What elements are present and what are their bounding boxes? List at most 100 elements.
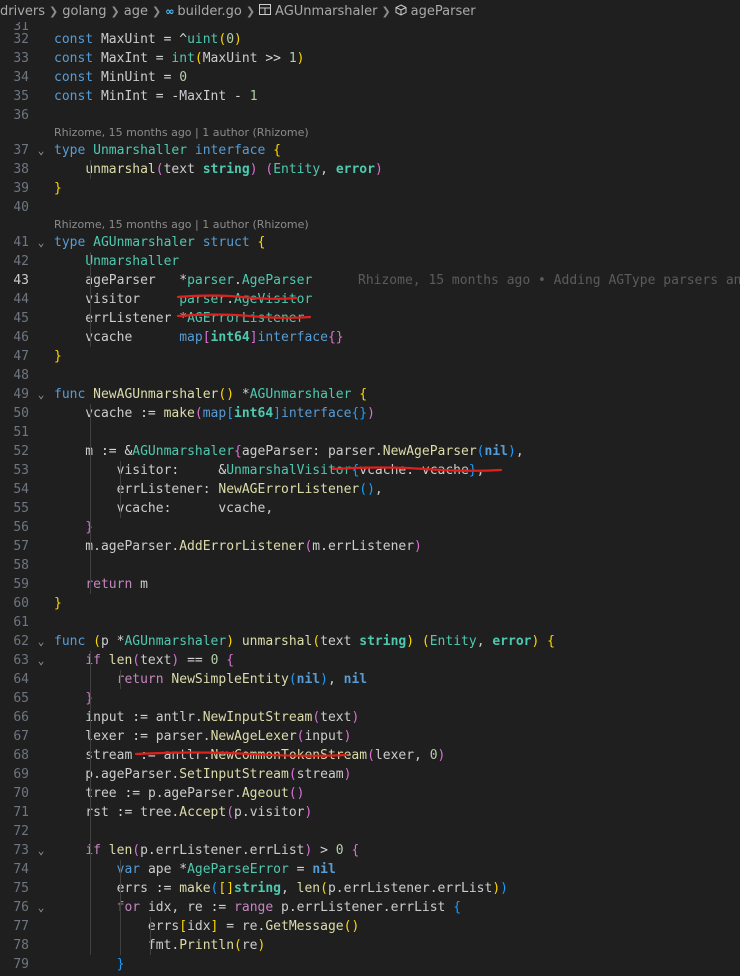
- code-line[interactable]: tree := p.ageParser.Ageout(): [54, 784, 740, 803]
- code-token: [: [202, 330, 211, 345]
- code-line[interactable]: type AGUnmarshaler struct {: [54, 233, 740, 252]
- code-token: NewSimpleEntity: [171, 672, 289, 687]
- code-line[interactable]: [54, 556, 740, 575]
- code-line[interactable]: var ape *AgeParseError = nil: [54, 860, 740, 879]
- code-token: {: [453, 900, 462, 915]
- git-blame-codelens[interactable]: Rhizome, 15 months ago | 1 author (Rhizo…: [54, 217, 309, 233]
- code-line[interactable]: fmt.Println(re): [54, 936, 740, 955]
- breadcrumb-age[interactable]: age: [124, 4, 148, 19]
- code-line[interactable]: const MinUint = 0: [54, 68, 740, 87]
- code-line[interactable]: m.ageParser.AddErrorListener(m.errListen…: [54, 537, 740, 556]
- code-line[interactable]: if len(text) == 0 {: [54, 651, 740, 670]
- code-line[interactable]: Unmarshaller: [54, 252, 740, 271]
- line-number: 34: [13, 70, 29, 85]
- code-line[interactable]: }: [54, 594, 740, 613]
- line-number: 46: [13, 330, 29, 345]
- fold-chevron-icon[interactable]: ⌄: [33, 141, 49, 160]
- code-line[interactable]: errListener *AGErrorListener: [54, 309, 740, 328]
- code-line[interactable]: lexer := parser.NewAgeLexer(input): [54, 727, 740, 746]
- code-line[interactable]: func (p *AGUnmarshaler) unmarshal(text s…: [54, 632, 740, 651]
- field-icon: [395, 3, 407, 19]
- code-line[interactable]: [54, 106, 740, 125]
- breadcrumb-golang[interactable]: golang: [62, 4, 106, 19]
- code-line[interactable]: }: [54, 179, 740, 198]
- code-token: 0: [179, 70, 188, 85]
- code-token: func: [54, 634, 94, 649]
- code-line[interactable]: for idx, re := range p.errListener.errLi…: [54, 898, 740, 917]
- code-line[interactable]: type Unmarshaller interface {: [54, 141, 740, 160]
- code-area[interactable]: const MaxUint = ^uint(0) const MaxInt = i…: [54, 0, 740, 976]
- code-line[interactable]: }: [54, 347, 740, 366]
- code-line[interactable]: p.ageParser.SetInputStream(stream): [54, 765, 740, 784]
- line-number: 41: [13, 235, 29, 250]
- code-line[interactable]: }: [54, 518, 740, 537]
- code-token: {: [359, 387, 368, 402]
- struct-icon: [259, 4, 272, 18]
- breadcrumb-file[interactable]: ∞ builder.go: [165, 4, 242, 19]
- fold-chevron-icon[interactable]: ⌄: [33, 385, 49, 404]
- code-token: ): [351, 710, 360, 725]
- code-line[interactable]: visitor parser.AgeVisitor: [54, 290, 740, 309]
- breadcrumb-drivers[interactable]: drivers: [0, 4, 45, 19]
- code-token: {}: [327, 330, 344, 345]
- code-line[interactable]: const MaxUint = ^uint(0): [54, 30, 740, 49]
- code-token: string: [234, 881, 281, 896]
- code-line[interactable]: m := &AGUnmarshaler{ageParser: parser.Ne…: [54, 442, 740, 461]
- code-token: ): [249, 162, 258, 177]
- code-line[interactable]: [54, 366, 740, 385]
- code-token: :=: [155, 881, 180, 896]
- code-line[interactable]: [54, 822, 740, 841]
- git-blame-codelens[interactable]: Rhizome, 15 months ago | 1 author (Rhizo…: [54, 125, 309, 141]
- code-line[interactable]: rst := tree.Accept(p.visitor): [54, 803, 740, 822]
- code-token: idx, re: [147, 900, 211, 915]
- code-line[interactable]: errListener: NewAGErrorListener(),: [54, 480, 740, 499]
- code-line[interactable]: }: [54, 689, 740, 708]
- code-line[interactable]: return m: [54, 575, 740, 594]
- code-token: *: [241, 387, 250, 402]
- code-token: {}: [351, 406, 368, 421]
- fold-chevron-icon[interactable]: ⌄: [33, 651, 49, 670]
- fold-chevron-icon[interactable]: ⌄: [33, 233, 49, 252]
- code-token: [: [226, 406, 235, 421]
- code-line[interactable]: }: [54, 955, 740, 974]
- fold-chevron-icon[interactable]: ⌄: [33, 898, 49, 917]
- red-underline-annotation: [176, 313, 312, 319]
- fold-chevron-icon[interactable]: ⌄: [33, 841, 49, 860]
- code-line[interactable]: if len(p.errListener.errList) > 0 {: [54, 841, 740, 860]
- code-line[interactable]: func NewAGUnmarshaler() *AGUnmarshaler {: [54, 385, 740, 404]
- code-editor[interactable]: 31 32 33 34 35 36 37 ⌄ 38 39 40 41 ⌄ 42 43 44 45 46 47 48 49…: [0, 0, 740, 976]
- code-line[interactable]: errs[idx] = re.GetMessage(): [54, 917, 740, 936]
- code-line[interactable]: return NewSimpleEntity(nil), nil: [54, 670, 740, 689]
- code-line[interactable]: [54, 613, 740, 632]
- code-token: visitor: [54, 292, 180, 307]
- code-token: (: [476, 444, 485, 459]
- code-token: ,: [515, 444, 524, 459]
- code-line[interactable]: unmarshal(text string) (Entity, error): [54, 160, 740, 179]
- code-line[interactable]: [54, 198, 740, 217]
- breadcrumb-field[interactable]: ageParser: [395, 4, 476, 19]
- code-token: (: [288, 767, 297, 782]
- fold-chevron-icon[interactable]: ⌄: [33, 632, 49, 651]
- code-line[interactable]: vcache map[int64]interface{}: [54, 328, 740, 347]
- code-token: *: [179, 273, 188, 288]
- breadcrumb-struct[interactable]: AGUnmarshaler: [259, 4, 377, 19]
- code-token: }: [54, 181, 62, 196]
- code-token: (: [194, 51, 203, 66]
- code-token: idx: [187, 919, 211, 934]
- code-token: fmt.: [54, 938, 180, 953]
- code-line[interactable]: input := antlr.NewInputStream(text): [54, 708, 740, 727]
- code-token: ageParser: [54, 273, 180, 288]
- code-token: AGUnmarshaler: [132, 444, 235, 459]
- code-line[interactable]: const MaxInt = int(MaxUint >> 1): [54, 49, 740, 68]
- code-line[interactable]: [54, 423, 740, 442]
- code-token: (: [312, 634, 321, 649]
- code-token: ): [304, 805, 313, 820]
- code-line[interactable]: vcache: vcache,: [54, 499, 740, 518]
- code-token: const: [54, 89, 101, 104]
- code-line[interactable]: const MinInt = -MaxInt - 1: [54, 87, 740, 106]
- code-token: (: [421, 634, 430, 649]
- code-line[interactable]: errs := make([]string, len(p.errListener…: [54, 879, 740, 898]
- code-line[interactable]: vcache := make(map[int64]interface{}): [54, 404, 740, 423]
